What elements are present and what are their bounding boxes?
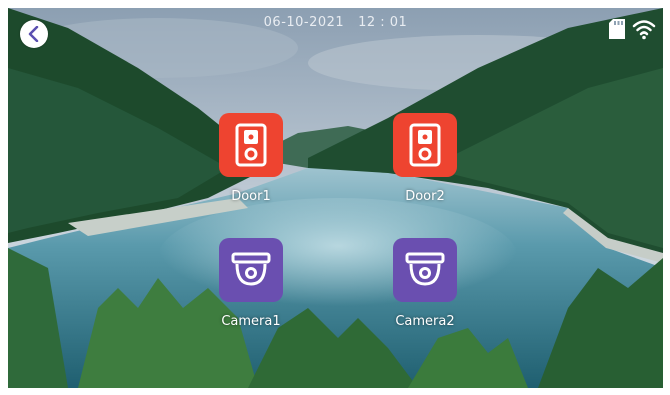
- door1-label: Door1: [231, 189, 271, 204]
- door2-label: Door2: [405, 189, 445, 204]
- camera2-tile[interactable]: Camera2: [375, 238, 475, 329]
- camera1-label: Camera1: [221, 314, 281, 329]
- camera1-tile[interactable]: Camera1: [201, 238, 301, 329]
- status-bar: 06-10-2021 12 : 01: [8, 8, 663, 48]
- door1-tile[interactable]: Door1: [201, 113, 301, 204]
- doorbell-icon: [235, 123, 267, 167]
- camera1-icon-box: [219, 238, 283, 302]
- camera2-icon-box: [393, 238, 457, 302]
- wifi-icon: [632, 20, 656, 40]
- camera2-label: Camera2: [395, 314, 455, 329]
- door2-icon-box: [393, 113, 457, 177]
- intercom-home-screen: 06-10-2021 12 : 01 Door1 Door2 Camera1 C…: [8, 8, 663, 388]
- door2-tile[interactable]: Door2: [375, 113, 475, 204]
- sd-card-icon: [609, 19, 625, 39]
- date-time-display: 06-10-2021 12 : 01: [263, 15, 408, 30]
- dome-camera-icon: [231, 252, 271, 286]
- doorbell-icon: [409, 123, 441, 167]
- dome-camera-icon: [405, 252, 445, 286]
- lake-forest-wallpaper: [8, 8, 663, 388]
- door1-icon-box: [219, 113, 283, 177]
